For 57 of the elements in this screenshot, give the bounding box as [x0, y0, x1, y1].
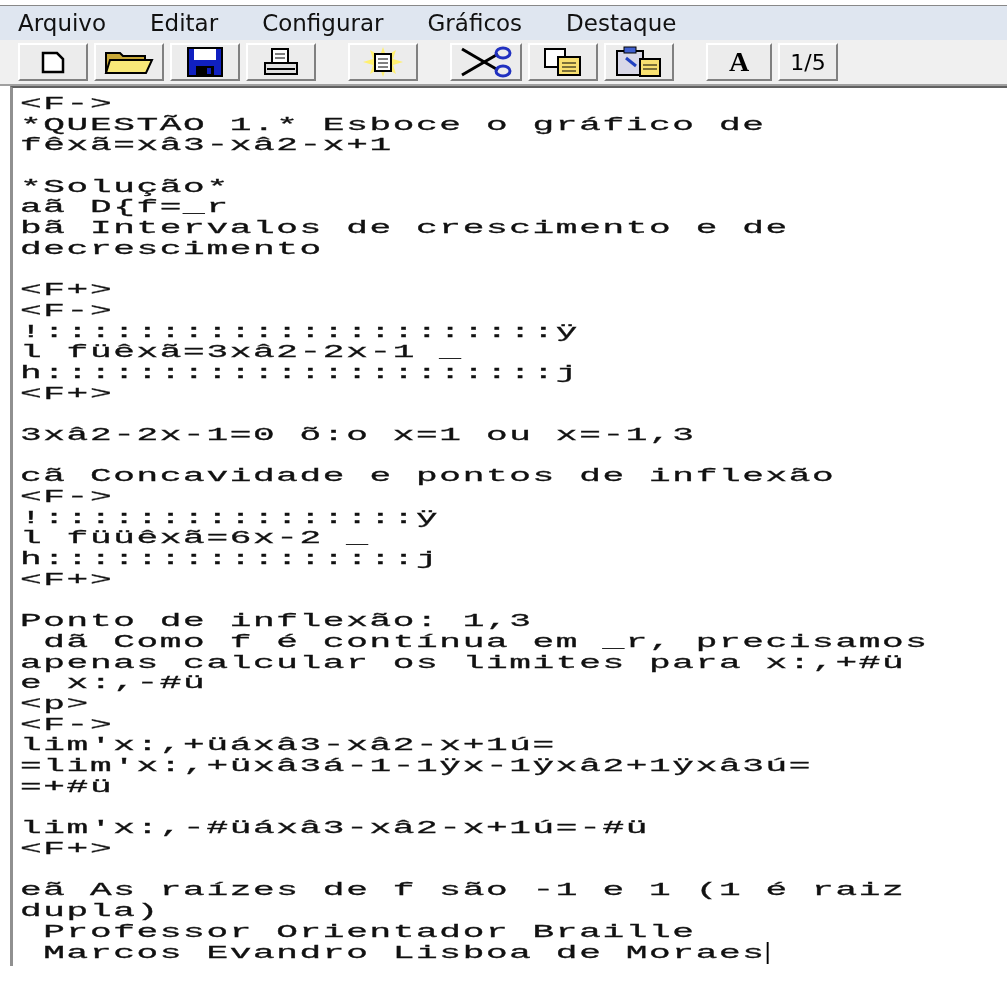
menu-item[interactable]: Editar [150, 10, 219, 36]
text-line: l füêxã=3xâ2-2x-1 _ [20, 342, 463, 363]
text-line: 3xâ2-2x-1=0 õ:o x=1 ou x=-1,3 [20, 425, 696, 446]
text-line: l füüêxã=6x-2 _ [20, 528, 370, 550]
clipboard-icon [614, 46, 664, 78]
text-line: h::::::::::::::::::::::j [20, 362, 580, 384]
folder-icon [104, 49, 154, 75]
text-line: e x:,-#ü [20, 673, 207, 694]
text-line: lim'x:,+üáxâ3-xâ2-x+1ú= [20, 735, 556, 756]
toolbar-button[interactable] [94, 43, 164, 81]
text-line: dupla) [20, 900, 160, 922]
text-line: <F+> [20, 838, 114, 860]
text-line: eã As raízes de f são -1 e 1 (1 é raiz [20, 880, 906, 901]
two-documents-icon [543, 47, 583, 77]
text-line: !::::::::::::::::::::::ÿ [20, 321, 580, 343]
text-line: dã Como f é contínua em _r, precisamos [42, 631, 929, 653]
text-line: Professor Orientador Braille [42, 921, 696, 943]
menu-item[interactable]: Gráficos [427, 10, 523, 36]
toolbar-button[interactable] [450, 43, 522, 81]
toolbar-button[interactable] [18, 43, 88, 81]
text-line: h::::::::::::::::j [20, 549, 440, 570]
toolbar-button[interactable] [348, 43, 418, 81]
text-line: <F-> [20, 300, 114, 322]
toolbar-button[interactable] [528, 43, 598, 81]
text-line: Marcos Evandro Lisboa de Moraes [42, 942, 766, 964]
printer-icon [263, 48, 299, 76]
text-cursor [766, 942, 769, 965]
text-line: <F+> [20, 569, 114, 591]
text-line: Ponto de inflexão: 1,3 [20, 611, 533, 632]
text-line: *QUESTÃO 1.* Esboce o gráfico de [20, 114, 766, 136]
text-line: decrescimento [20, 238, 323, 260]
text-line: *Solução* [20, 176, 230, 198]
text-line: <F+> [20, 383, 114, 405]
text-line: <F-> [20, 94, 114, 115]
text-line: =lim'x:,+üxâ3á-1-1ÿx-1ÿxâ2+1ÿxâ3ú= [20, 756, 813, 777]
text-line: aã D{f=_r [20, 197, 230, 219]
text-line: bã Intervalos de crescimento e de [20, 218, 789, 239]
menu-item[interactable]: Configurar [262, 10, 384, 36]
text-line: fêxã=xâ3-xâ2-x+1 [20, 135, 393, 157]
font-button[interactable]: A [706, 43, 772, 81]
menu-item[interactable]: Destaque [566, 10, 677, 36]
text-line: <p> [20, 693, 90, 715]
text-line: apenas calcular os limites para x:,+#ü [20, 652, 906, 674]
toolbar-button[interactable] [604, 43, 674, 81]
text-editor[interactable] [10, 86, 1007, 966]
blank-page-icon [40, 50, 66, 74]
text-line: cã Concavidade e pontos de inflexão [20, 466, 836, 488]
toolbar-button[interactable] [170, 43, 240, 81]
toolbar-button[interactable] [246, 43, 316, 81]
text-line: !::::::::::::::::ÿ [20, 507, 440, 529]
text-line: lim'x:,-#üáxâ3-xâ2-x+1ú=-#ü [20, 818, 650, 839]
menu-item[interactable]: Arquivo [18, 10, 107, 36]
text-line: <F+> [20, 280, 114, 301]
text-line: =+#ü [20, 776, 114, 798]
text-line: <F-> [20, 714, 114, 736]
page-counter-button[interactable]: 1/5 [778, 43, 838, 81]
text-line: <F-> [20, 487, 114, 508]
